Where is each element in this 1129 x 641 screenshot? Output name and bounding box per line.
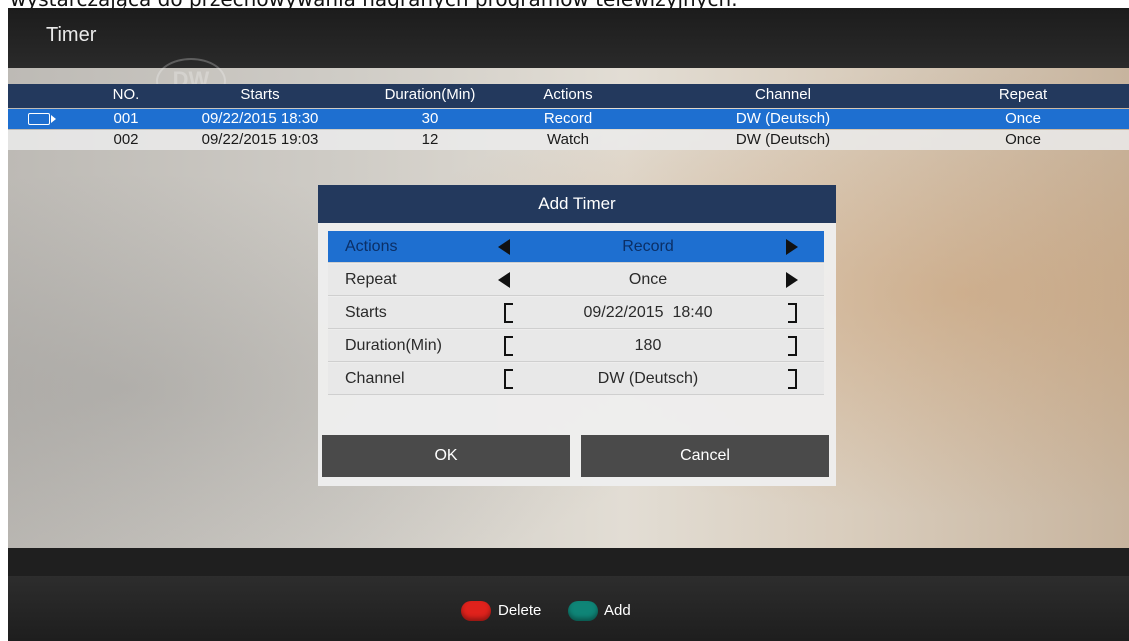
row-no: 001 [113,110,139,127]
row-duration: 12 [421,131,439,148]
tv-screen: Timer DW NO. Starts Duration(Min) Action… [8,8,1129,641]
field-label: Channel [345,370,405,387]
row-repeat: Once [1005,131,1041,148]
duration-field[interactable]: Duration(Min) 180 [328,330,824,362]
bracket-right-icon [788,336,797,356]
actions-selector[interactable]: Actions Record [328,231,824,263]
row-starts: 09/22/2015 18:30 [201,110,319,127]
column-header-channel: Channel [755,86,811,103]
row-channel: DW (Deutsch) [735,110,831,127]
starts-field[interactable]: Starts 09/22/2015 18:40 [328,297,824,329]
table-row[interactable]: 001 09/22/2015 18:30 30 Record DW (Deuts… [8,109,1129,129]
add-timer-dialog: Add Timer Actions Record Repeat Once Sta… [318,185,836,486]
field-label: Duration(Min) [345,337,442,354]
field-label: Actions [345,238,398,255]
row-no: 002 [113,131,139,148]
column-header-repeat: Repeat [998,86,1048,103]
row-duration: 30 [421,110,439,127]
row-action: Record [543,110,593,127]
field-label: Starts [345,304,387,321]
green-key-icon[interactable] [568,601,598,621]
field-label: Repeat [345,271,397,288]
field-value: Record [622,238,674,255]
repeat-selector[interactable]: Repeat Once [328,264,824,296]
column-header-actions: Actions [543,86,593,103]
channel-field[interactable]: Channel DW (Deutsch) [328,363,824,395]
timer-table-header: NO. Starts Duration(Min) Actions Channel… [8,84,1129,108]
recording-camera-icon [28,113,56,125]
footer-bar: Delete Add [8,576,1129,641]
red-key-icon[interactable] [461,601,491,621]
row-channel: DW (Deutsch) [735,131,831,148]
ok-button[interactable]: OK [322,435,570,477]
add-label[interactable]: Add [604,601,631,621]
footer-divider [8,548,1129,576]
table-row[interactable]: 002 09/22/2015 19:03 12 Watch DW (Deutsc… [8,130,1129,150]
column-header-starts: Starts [240,86,280,103]
field-value: DW (Deutsch) [597,370,699,387]
column-header-no: NO. [112,86,140,103]
row-starts: 09/22/2015 19:03 [201,131,319,148]
page-title: Timer [46,24,97,46]
arrow-right-icon[interactable] [786,272,798,288]
delete-label[interactable]: Delete [498,601,541,621]
bracket-right-icon [788,303,797,323]
field-value: 09/22/2015 18:40 [583,304,713,321]
cancel-button[interactable]: Cancel [581,435,829,477]
arrow-right-icon[interactable] [786,239,798,255]
column-header-duration: Duration(Min) [384,86,476,103]
row-repeat: Once [1005,110,1041,127]
row-action: Watch [547,131,589,148]
field-value: Once [628,271,668,288]
dialog-title: Add Timer [318,185,836,223]
bracket-right-icon [788,369,797,389]
field-value: 180 [634,337,662,354]
